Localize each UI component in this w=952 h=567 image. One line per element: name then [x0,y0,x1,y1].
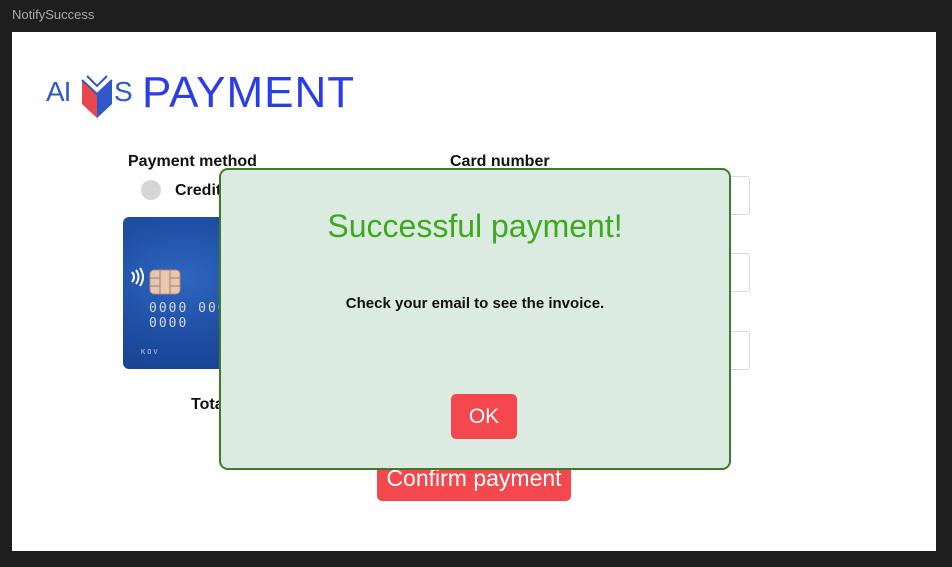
dialog-message: Check your email to see the invoice. [345,295,605,312]
logo-text-left: AI [46,76,71,107]
ok-button[interactable]: OK [451,394,517,439]
dialog-title: Successful payment! [327,208,623,244]
chip-icon [149,269,181,295]
card-holder-display: KOV [141,348,160,356]
payment-window: AI S PAYMENT Payment method Card number … [12,32,936,551]
logo-text-right: S [114,76,133,107]
contactless-icon [131,267,144,287]
window-title: NotifySuccess [12,7,95,22]
page-title: PAYMENT [142,68,356,117]
book-icon [81,75,113,118]
credit-card-radio[interactable] [141,180,161,200]
window-titlebar: NotifySuccess [0,0,952,32]
success-dialog: Successful payment! Check your email to … [219,168,731,470]
